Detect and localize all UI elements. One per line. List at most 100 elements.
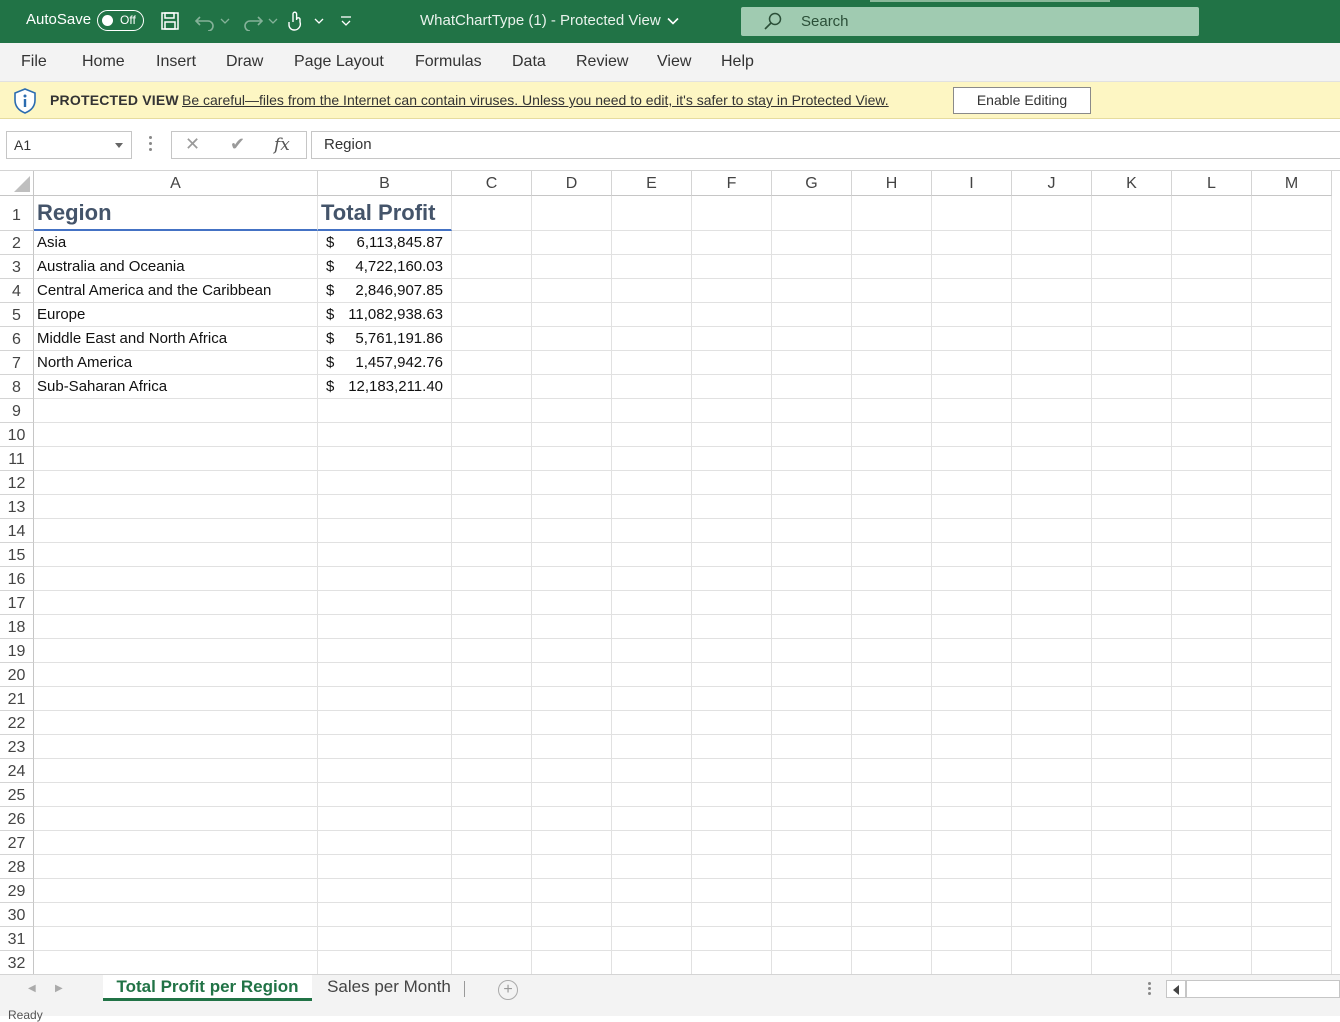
cell[interactable] [692,447,772,471]
cell[interactable] [318,495,452,519]
region-cell[interactable]: Sub-Saharan Africa [34,375,318,399]
cell[interactable] [852,519,932,543]
column-header-g[interactable]: G [772,171,852,196]
cell[interactable] [34,927,318,951]
cell[interactable] [318,447,452,471]
cell[interactable] [612,687,692,711]
cell[interactable] [1252,279,1332,303]
cell[interactable] [932,447,1012,471]
row-header[interactable]: 6 [0,327,34,351]
cell[interactable] [932,399,1012,423]
cell[interactable] [34,759,318,783]
cell[interactable] [532,615,612,639]
cell[interactable] [318,735,452,759]
cell[interactable] [932,471,1012,495]
spreadsheet-grid[interactable]: ABCDEFGHIJKLM 1 2 3 4 5 6 7 8 9 10 11 12 13 14 15 16 17 1… [0,171,1340,974]
add-sheet-button[interactable]: + [498,980,518,1000]
cell[interactable] [1092,423,1172,447]
row-header[interactable]: 5 [0,303,34,327]
cell[interactable] [532,495,612,519]
cell[interactable] [852,327,932,351]
cell[interactable] [452,303,532,327]
cell[interactable] [852,471,932,495]
cell[interactable] [1012,927,1092,951]
cell[interactable] [772,879,852,903]
cell[interactable] [692,615,772,639]
cell[interactable] [532,783,612,807]
cell[interactable] [34,447,318,471]
cell[interactable] [34,399,318,423]
cell[interactable] [1252,567,1332,591]
cell[interactable] [932,543,1012,567]
enter-icon[interactable]: ✔ [230,134,245,155]
cell[interactable] [452,196,532,231]
cell[interactable] [772,591,852,615]
cell[interactable] [612,495,692,519]
cell[interactable] [1252,711,1332,735]
cell[interactable] [852,255,932,279]
cell[interactable] [852,855,932,879]
cell[interactable] [1172,879,1252,903]
cell[interactable] [1172,399,1252,423]
cell[interactable] [1172,519,1252,543]
cell[interactable] [852,831,932,855]
row-header[interactable]: 20 [0,663,34,687]
cell[interactable] [932,951,1012,974]
cell[interactable] [34,423,318,447]
cell[interactable] [318,783,452,807]
cell[interactable] [692,951,772,974]
header-cell-region[interactable]: Region [34,196,318,231]
cell[interactable] [34,495,318,519]
cell[interactable] [452,663,532,687]
cell[interactable] [852,399,932,423]
cell[interactable] [692,303,772,327]
cell[interactable] [692,255,772,279]
cell[interactable] [1172,495,1252,519]
cell[interactable] [532,663,612,687]
cell[interactable] [34,879,318,903]
cell[interactable] [1252,471,1332,495]
search-box[interactable]: Search [741,7,1199,36]
cell[interactable] [612,711,692,735]
cell[interactable] [692,711,772,735]
column-header-h[interactable]: H [852,171,932,196]
cell[interactable] [1252,783,1332,807]
cell[interactable] [34,783,318,807]
tab-formulas[interactable]: Formulas [415,53,482,71]
cell[interactable] [932,231,1012,255]
cell[interactable] [612,927,692,951]
cell[interactable] [452,231,532,255]
cell[interactable] [612,196,692,231]
cell[interactable] [1012,663,1092,687]
profit-cell[interactable]: $2,846,907.85 [318,279,452,303]
column-header-e[interactable]: E [612,171,692,196]
cell[interactable] [692,567,772,591]
cell[interactable] [1092,711,1172,735]
cell[interactable] [532,639,612,663]
cell[interactable] [612,375,692,399]
cell[interactable] [1092,831,1172,855]
cell[interactable] [692,807,772,831]
cell[interactable] [612,903,692,927]
cell[interactable] [34,471,318,495]
tab-file[interactable]: File [21,53,47,71]
cell[interactable] [34,711,318,735]
row-header[interactable]: 30 [0,903,34,927]
cell[interactable] [452,279,532,303]
profit-cell[interactable]: $11,082,938.63 [318,303,452,327]
cell[interactable] [452,783,532,807]
cell[interactable] [452,711,532,735]
cell[interactable] [1092,567,1172,591]
cell[interactable] [1172,375,1252,399]
row-header[interactable]: 1 [0,196,34,231]
row-header[interactable]: 23 [0,735,34,759]
cell[interactable] [1092,543,1172,567]
customize-toolbar-icon[interactable] [334,9,358,33]
cell[interactable] [34,687,318,711]
column-header-f[interactable]: F [692,171,772,196]
header-cell-total-profit[interactable]: Total Profit [318,196,452,231]
cell[interactable] [34,903,318,927]
row-header[interactable]: 19 [0,639,34,663]
cell[interactable] [612,447,692,471]
cell[interactable] [692,543,772,567]
